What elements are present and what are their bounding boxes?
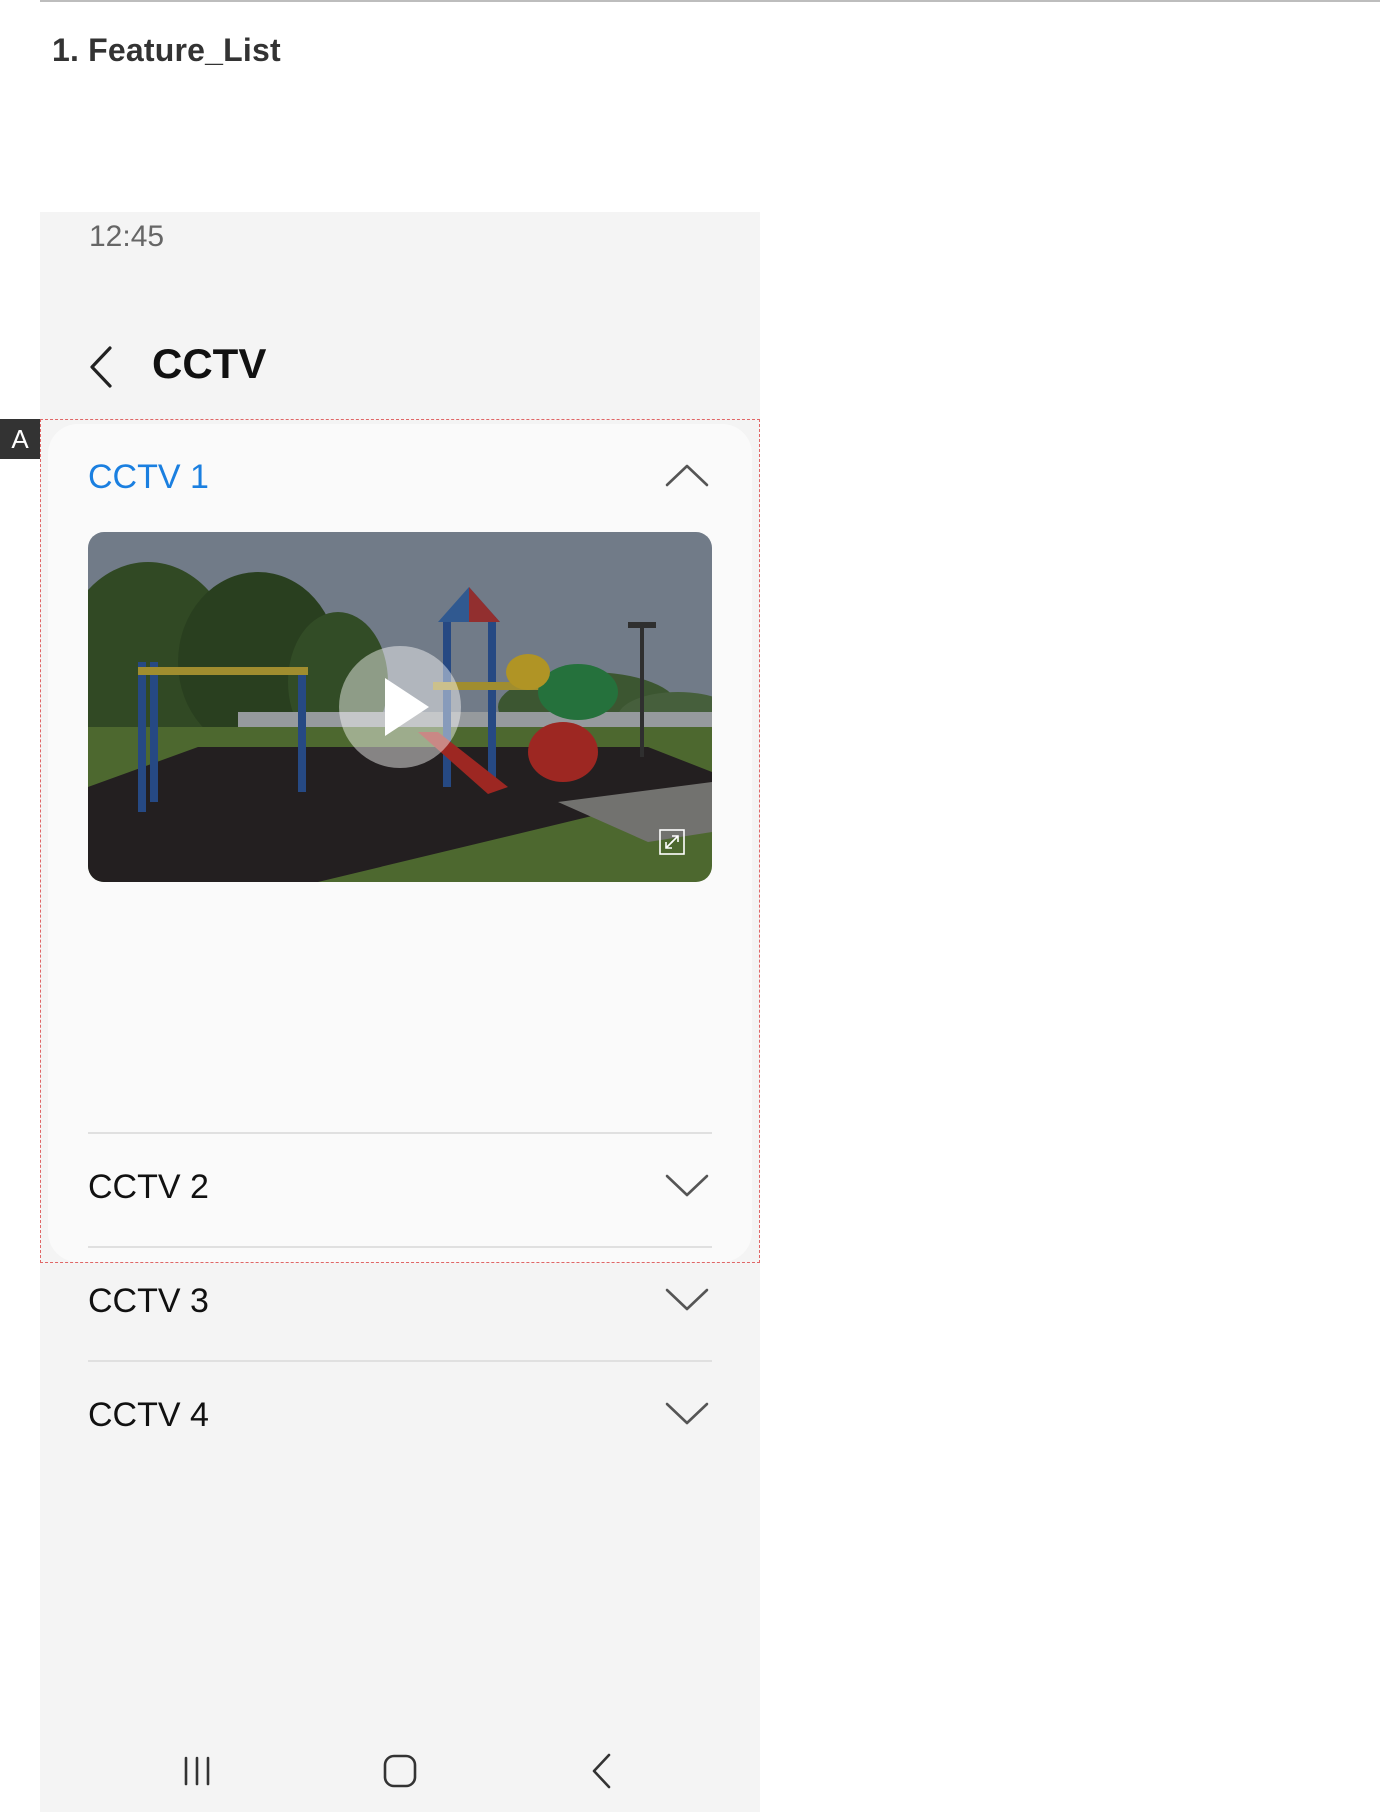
chevron-down-icon <box>665 1288 709 1311</box>
cctv-item-label: CCTV 1 <box>88 458 209 496</box>
page-top-rule <box>40 0 1380 2</box>
document-title: 1. Feature_List <box>52 32 281 68</box>
app-header: CCTV <box>40 322 760 412</box>
recents-icon <box>184 1756 210 1786</box>
home-icon <box>383 1754 417 1788</box>
page-title: CCTV <box>152 340 267 387</box>
status-time: 12:45 <box>89 220 165 253</box>
nav-back-button[interactable] <box>578 1746 628 1796</box>
recents-button[interactable] <box>172 1746 222 1796</box>
home-button[interactable] <box>375 1746 425 1796</box>
cctv-item-1-header[interactable]: CCTV 1 <box>48 424 752 536</box>
cctv-item-3-header[interactable]: CCTV 3 <box>48 1248 752 1360</box>
annotation-marker: A <box>0 419 40 459</box>
cctv-item-2-header[interactable]: CCTV 2 <box>48 1134 752 1246</box>
play-icon <box>385 678 429 736</box>
cctv-item-label: CCTV 4 <box>88 1396 209 1434</box>
cctv-video-player[interactable] <box>88 532 712 882</box>
cctv-item-label: CCTV 3 <box>88 1282 209 1320</box>
play-button[interactable] <box>339 646 461 768</box>
fullscreen-icon <box>659 829 685 855</box>
cctv-list-card: CCTV 1 CCTV 2 CCTV 3 CCTV 4 <box>48 424 752 1434</box>
chevron-up-icon <box>665 464 709 487</box>
phone-screen: 12:45 CCTV CCTV 1 CCTV 2 CCTV 3 CCTV 4 <box>40 212 760 1812</box>
chevron-down-icon <box>665 1174 709 1197</box>
system-navigation-bar <box>40 1730 760 1812</box>
chevron-left-icon <box>90 346 112 388</box>
cctv-item-label: CCTV 2 <box>88 1168 209 1206</box>
back-icon <box>592 1753 611 1789</box>
chevron-down-icon <box>665 1402 709 1425</box>
back-button[interactable] <box>78 342 128 392</box>
cctv-item-4-header[interactable]: CCTV 4 <box>48 1362 752 1474</box>
fullscreen-button[interactable] <box>658 828 686 856</box>
